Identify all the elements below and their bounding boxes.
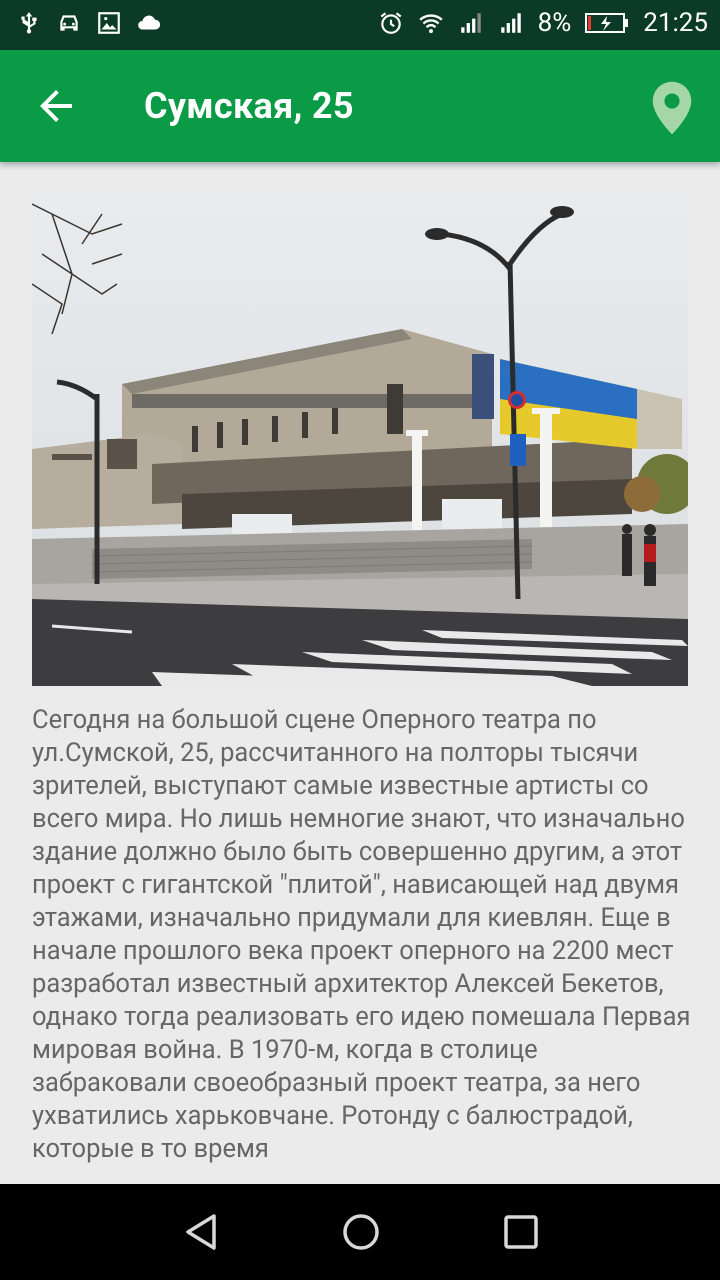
arrow-left-icon[interactable] — [32, 82, 80, 130]
clock: 21:25 — [643, 8, 708, 38]
opera-house-image — [32, 194, 688, 686]
cloud-icon — [138, 15, 161, 30]
signal-icon — [500, 13, 521, 33]
building-photo — [32, 194, 688, 686]
page-title: Сумская, 25 — [144, 85, 354, 127]
alarm-icon — [380, 12, 401, 34]
app-bar: Сумская, 25 — [0, 50, 720, 162]
status-bar: 8% 21:25 — [0, 0, 720, 50]
image-icon — [98, 12, 120, 34]
battery-charging-icon — [585, 13, 629, 33]
home-circle-icon[interactable] — [341, 1212, 381, 1252]
status-right: 8% 21:25 — [378, 8, 708, 38]
battery-percent: 8% — [537, 8, 572, 38]
map-pin-icon[interactable] — [650, 80, 694, 136]
signal-icon — [460, 13, 481, 33]
wifi-icon — [418, 14, 443, 34]
usb-icon — [21, 12, 37, 34]
system-nav-bar — [0, 1184, 720, 1280]
car-icon — [60, 15, 78, 31]
article-text: Сегодня на большой сцене Оперного театра… — [32, 705, 691, 1164]
recents-square-icon[interactable] — [501, 1212, 541, 1252]
status-left-icons — [16, 10, 162, 36]
back-triangle-icon[interactable] — [182, 1212, 222, 1252]
